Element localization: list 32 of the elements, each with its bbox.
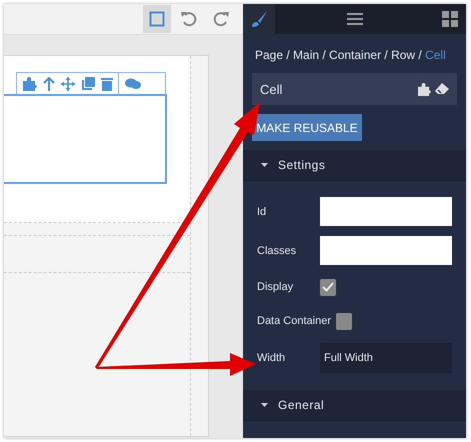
puzzle-icon[interactable] (418, 82, 431, 96)
field-label: Display (257, 281, 294, 293)
section-header[interactable]: Settings (243, 150, 466, 181)
trash-icon[interactable] (101, 76, 113, 90)
section-header[interactable]: General (243, 390, 466, 421)
redo-icon (212, 10, 230, 28)
field-label: Data Container (257, 315, 331, 327)
element-name-field[interactable]: Cell (252, 73, 457, 105)
eraser-icon[interactable] (435, 83, 449, 95)
text-field[interactable] (320, 236, 452, 265)
square-button[interactable] (143, 5, 171, 33)
undo-icon (180, 10, 198, 28)
text-field[interactable] (320, 197, 452, 226)
field-label: Width (257, 352, 286, 364)
breadcrumb-path[interactable]: Page / Main / Container / Row / (255, 48, 422, 62)
checkbox[interactable] (320, 278, 336, 296)
make-reusable-button[interactable]: MAKE REUSABLE (252, 114, 362, 141)
copy-icon[interactable] (81, 76, 95, 90)
up-arrow-icon[interactable] (43, 76, 55, 90)
field-label: Classes (257, 244, 298, 256)
move-icon[interactable] (61, 76, 75, 90)
field-label: Id (257, 206, 268, 218)
checkbox[interactable] (336, 312, 352, 330)
menu-icon (346, 12, 362, 26)
brush-icon (250, 10, 268, 28)
grid-icon (442, 11, 458, 27)
comment-icon[interactable] (125, 78, 141, 90)
selected-cell[interactable] (4, 94, 167, 184)
breadcrumb-current: Cell (425, 48, 446, 62)
square-icon (149, 11, 165, 27)
width-select[interactable]: Full Width (320, 343, 452, 373)
brush-tab[interactable] (243, 4, 275, 34)
